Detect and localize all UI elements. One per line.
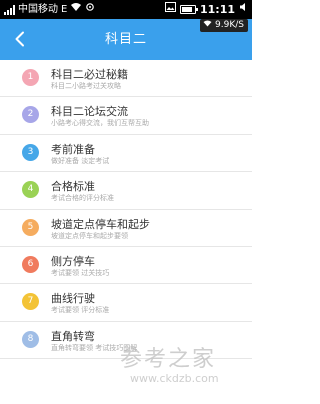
signal-icon xyxy=(4,4,15,15)
carrier-label: 中国移动 xyxy=(18,4,58,15)
item-number-badge: 2 xyxy=(22,106,39,124)
list-item[interactable]: 5 坡道定点停车和起步 坡道定点停车和起步要领 xyxy=(0,210,252,247)
item-title: 考前准备 xyxy=(51,142,95,156)
item-number-badge: 1 xyxy=(22,69,39,86)
mute-icon xyxy=(239,0,249,19)
network-type: E xyxy=(61,4,68,15)
battery-icon xyxy=(179,5,198,14)
list-item[interactable]: 3 考前准备 做好准备 淡定考试 xyxy=(0,135,252,173)
item-title: 坡道定点停车和起步 xyxy=(51,217,150,231)
status-bar: 中国移动 E 11:11 xyxy=(0,0,252,19)
item-title: 科目二必过秘籍 xyxy=(51,68,128,81)
list-item[interactable]: 1 科目二必过秘籍 科目二小路考过关攻略 xyxy=(0,60,252,98)
network-speed-badge: 9.9K/S xyxy=(200,19,248,32)
wifi-small-icon xyxy=(203,19,212,32)
item-number-badge: 3 xyxy=(22,143,39,161)
item-title: 直角转弯 xyxy=(51,329,95,343)
item-number-badge: 6 xyxy=(22,255,39,273)
status-right: 11:11 xyxy=(164,0,249,19)
status-left: 中国移动 E xyxy=(4,0,95,19)
image-notification-icon xyxy=(164,0,176,19)
item-title: 曲线行驶 xyxy=(51,292,95,306)
item-number-badge: 8 xyxy=(22,330,39,348)
list-item[interactable]: 4 合格标准 考试合格的评分标准 xyxy=(0,172,252,210)
item-subtitle: 考试要领 评分标准 xyxy=(51,306,110,315)
item-number-badge: 5 xyxy=(22,218,39,236)
clock: 11:11 xyxy=(199,3,235,16)
item-subtitle: 考试合格的评分标准 xyxy=(51,194,114,203)
item-subtitle: 科目二小路考过关攻略 xyxy=(51,82,121,90)
item-subtitle: 小路考心得交流，我们互帮互助 xyxy=(51,119,149,128)
wifi-icon xyxy=(70,0,82,19)
item-number-badge: 7 xyxy=(22,293,39,311)
item-subtitle: 考试要领 过关技巧 xyxy=(51,268,110,277)
list-item[interactable]: 2 科目二论坛交流 小路考心得交流，我们互帮互助 xyxy=(0,97,252,135)
item-number-badge: 4 xyxy=(22,181,39,199)
speed-value: 9.9K/S xyxy=(215,20,244,30)
item-subtitle: 做好准备 淡定考试 xyxy=(51,156,110,165)
item-subtitle: 坡道定点停车和起步要领 xyxy=(51,231,128,240)
topic-list: 1 科目二必过秘籍 科目二小路考过关攻略 2 科目二论坛交流 小路考心得交流，我… xyxy=(0,60,252,360)
item-subtitle: 直角转弯要领 考试技巧图解 xyxy=(51,343,138,352)
list-item[interactable]: 6 侧方停车 考试要领 过关技巧 xyxy=(0,247,252,285)
item-title: 合格标准 xyxy=(51,180,95,194)
sync-icon xyxy=(85,0,95,19)
item-title: 侧方停车 xyxy=(51,254,95,268)
list-item[interactable]: 7 曲线行驶 考试要领 评分标准 xyxy=(0,284,252,322)
item-title: 科目二论坛交流 xyxy=(51,105,128,119)
list-item[interactable]: 8 直角转弯 直角转弯要领 考试技巧图解 xyxy=(0,322,252,360)
watermark-url: www.ckdzb.com xyxy=(130,372,219,385)
